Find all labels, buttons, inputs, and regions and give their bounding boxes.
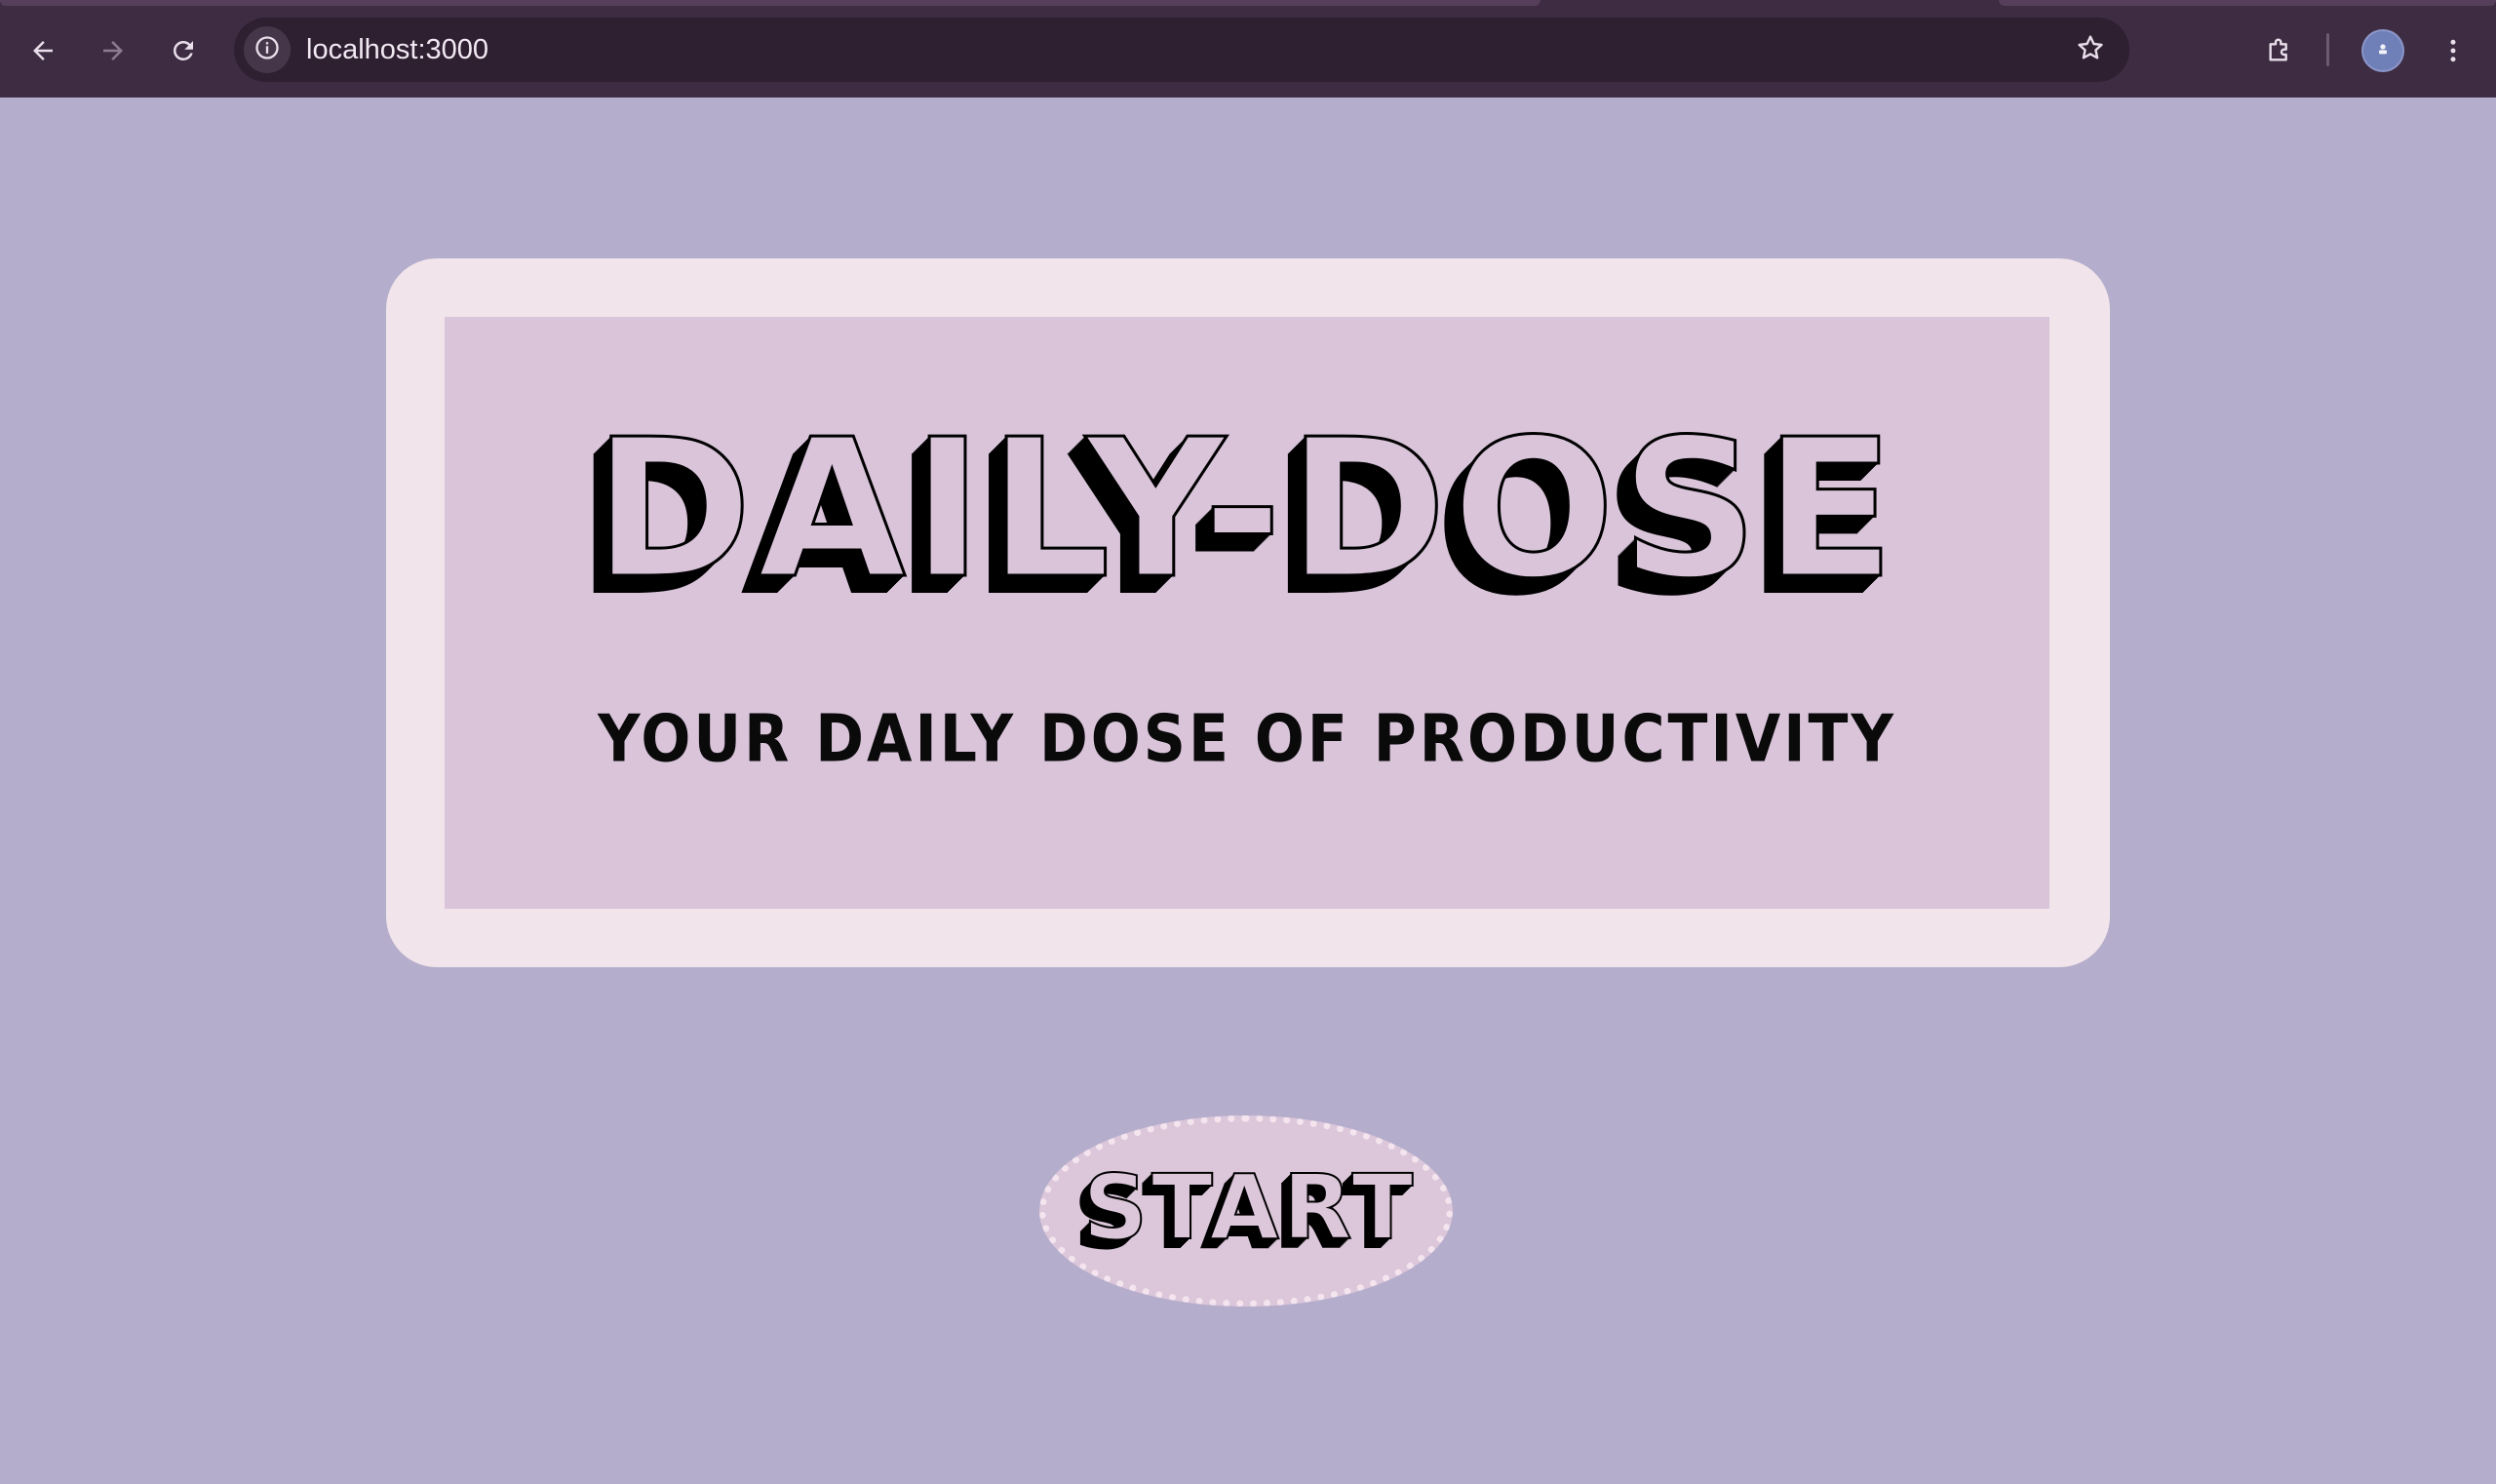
tab-edge[interactable] [1999, 0, 2496, 6]
back-button[interactable] [16, 23, 70, 78]
star-icon [2075, 32, 2106, 67]
kebab-menu-icon [2438, 36, 2468, 65]
browser-menu-button[interactable] [2426, 23, 2480, 78]
profile-avatar-icon [2375, 41, 2391, 60]
url-text[interactable]: localhost:3000 [306, 18, 488, 82]
hero-panel: DAILY-DOSE YOUR DAILY DOSE OF PRODUCTIVI… [445, 317, 2049, 909]
address-bar[interactable]: localhost:3000 [234, 18, 2129, 82]
app-tagline: YOUR DAILY DOSE OF PRODUCTIVITY [598, 700, 1896, 778]
puzzle-piece-icon [2264, 35, 2295, 66]
browser-toolbar: localhost:3000 [0, 0, 2496, 98]
start-button[interactable]: START [1039, 1115, 1453, 1307]
start-button-label: START [1082, 1155, 1418, 1260]
reload-button[interactable] [156, 23, 211, 78]
forward-button[interactable] [86, 23, 140, 78]
page-viewport: DAILY-DOSE YOUR DAILY DOSE OF PRODUCTIVI… [0, 98, 2496, 1484]
bookmark-button[interactable] [2067, 26, 2114, 73]
extensions-button[interactable] [2252, 23, 2307, 78]
profile-button[interactable] [2363, 31, 2402, 70]
tab-strip [0, 0, 2496, 14]
tab-edge[interactable] [0, 0, 1540, 6]
hero-card: DAILY-DOSE YOUR DAILY DOSE OF PRODUCTIVI… [386, 258, 2110, 967]
site-info-button[interactable] [244, 26, 291, 73]
reload-icon [169, 36, 198, 65]
back-arrow-icon [28, 36, 58, 65]
app-title: DAILY-DOSE [592, 399, 1901, 621]
forward-arrow-icon [98, 36, 128, 65]
toolbar-divider [2326, 33, 2329, 66]
site-info-icon [254, 34, 281, 65]
